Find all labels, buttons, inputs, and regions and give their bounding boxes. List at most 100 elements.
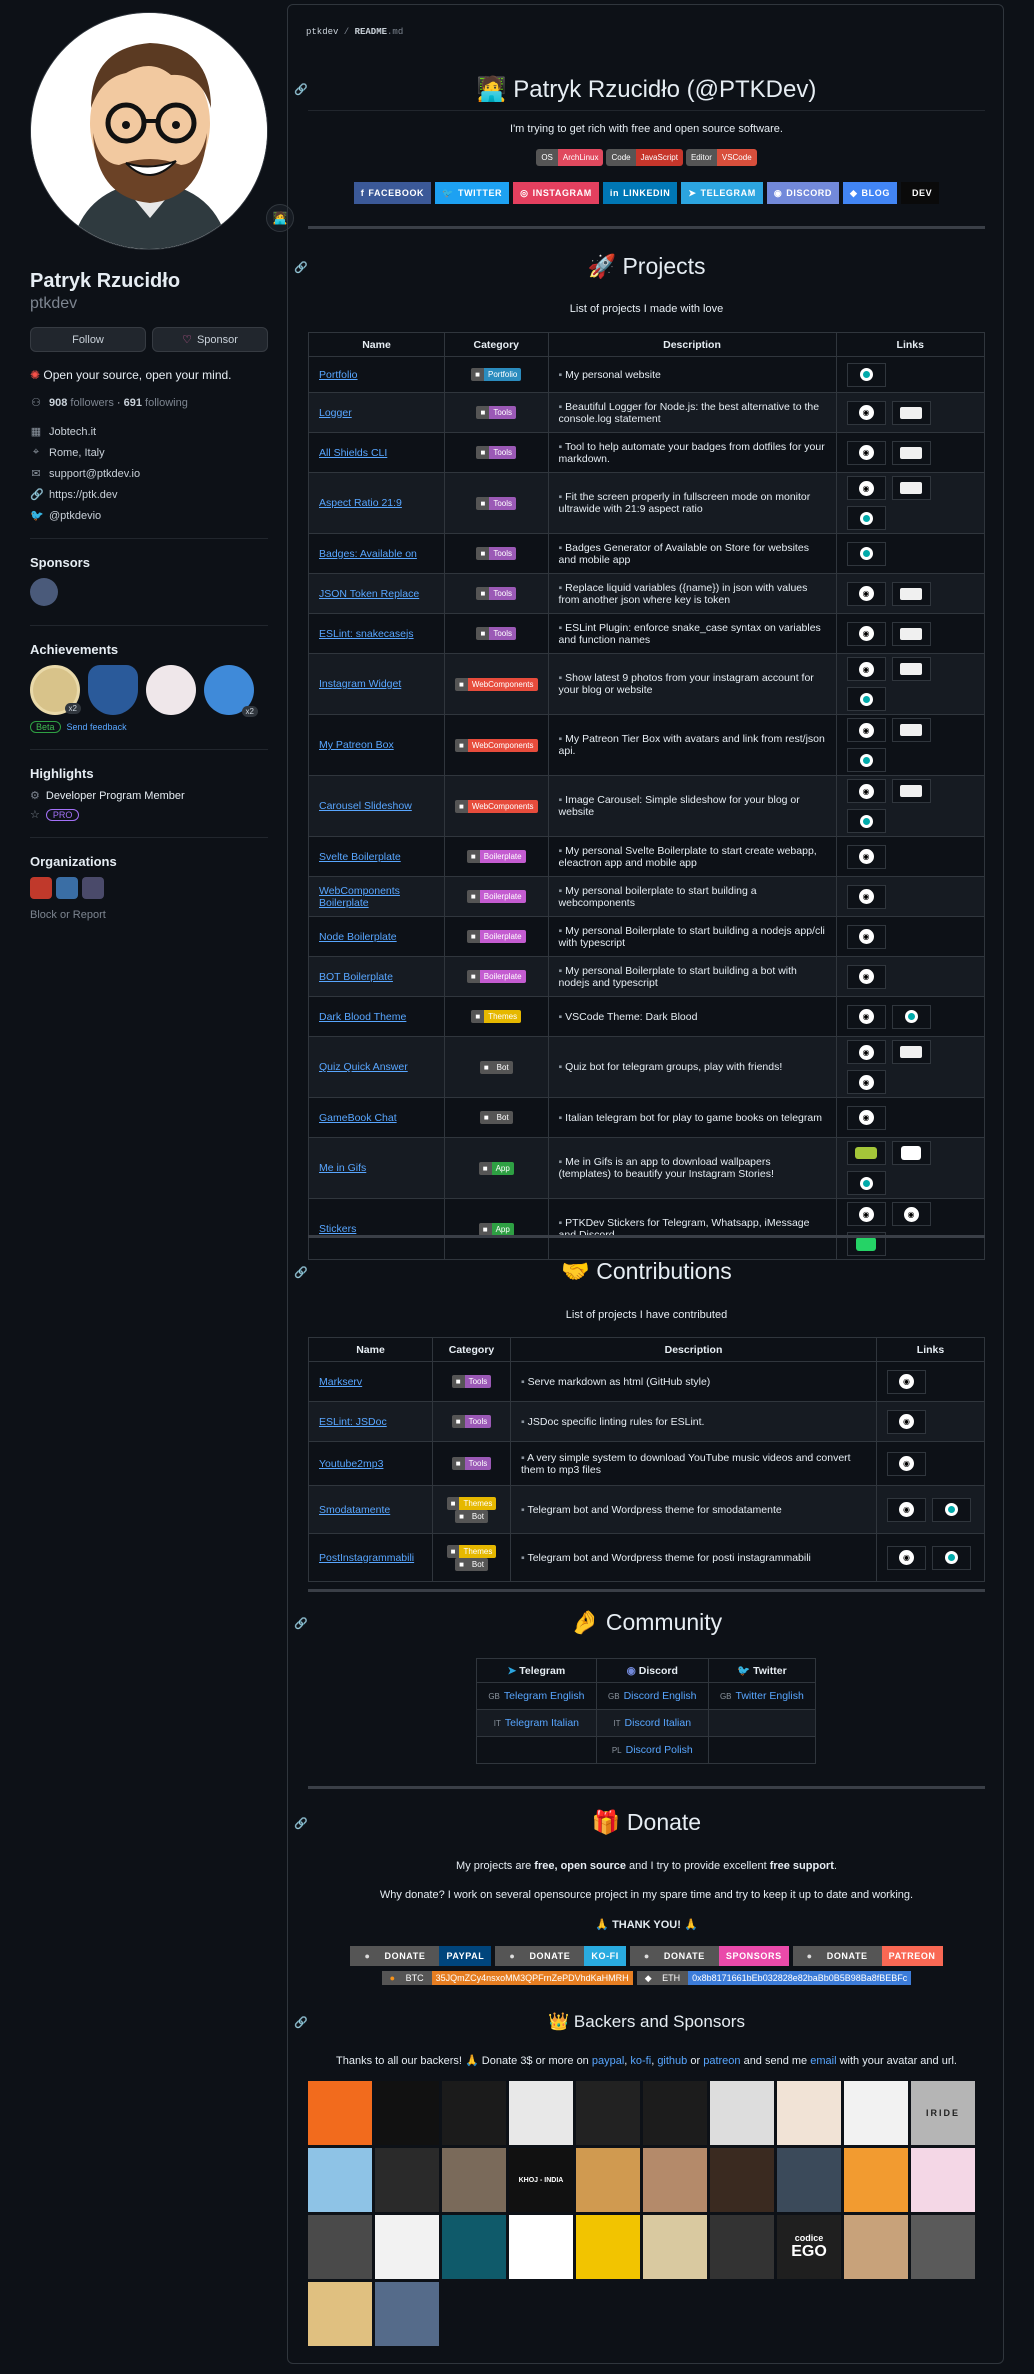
project-link[interactable]: WebComponents Boilerplate bbox=[319, 885, 400, 909]
community-link[interactable]: Telegram Italian bbox=[505, 1717, 579, 1729]
sponsor-avatar[interactable] bbox=[30, 578, 58, 606]
backer-avatar[interactable] bbox=[308, 2215, 372, 2279]
link-button[interactable] bbox=[891, 440, 931, 465]
project-link[interactable]: Me in Gifs bbox=[319, 1162, 366, 1174]
btc-badge[interactable]: ● BTC 35JQmZCy4nsxoMM3QPFrnZePDVhdKaHMRH bbox=[381, 1971, 633, 1985]
project-link[interactable]: BOT Boilerplate bbox=[319, 971, 393, 983]
link-button[interactable]: ◉ bbox=[846, 621, 886, 646]
link-button[interactable]: ◉ bbox=[846, 1202, 886, 1226]
twitter-link[interactable]: @ptkdevio bbox=[49, 510, 101, 522]
link-button[interactable]: ◉ bbox=[846, 718, 886, 742]
donate-badge-paypal[interactable]: ● DONATE PAYPAL bbox=[350, 1946, 492, 1966]
follow-button[interactable]: Follow bbox=[30, 327, 146, 352]
email-row[interactable]: ✉ support@ptkdev.io bbox=[30, 467, 268, 481]
community-link[interactable]: Twitter English bbox=[736, 1690, 804, 1702]
profile-avatar[interactable] bbox=[30, 12, 268, 250]
link-button[interactable] bbox=[846, 541, 886, 566]
social-badge-facebook[interactable]: f FACEBOOK bbox=[353, 182, 432, 204]
project-link[interactable]: My Patreon Box bbox=[319, 739, 394, 751]
backer-avatar[interactable] bbox=[643, 2081, 707, 2145]
donate-badge-ko-fi[interactable]: ● DONATE KO-FI bbox=[495, 1946, 626, 1966]
backer-avatar[interactable] bbox=[844, 2215, 908, 2279]
backer-avatar[interactable] bbox=[710, 2215, 774, 2279]
backer-avatar[interactable]: IRIDE bbox=[911, 2081, 975, 2145]
link-button[interactable] bbox=[846, 748, 886, 772]
email-link[interactable]: email bbox=[810, 2055, 836, 2067]
link-button[interactable] bbox=[846, 809, 886, 833]
anchor-link-icon[interactable]: 🔗 bbox=[294, 1817, 308, 1830]
social-badge-twitter[interactable]: 🐦 TWITTER bbox=[435, 182, 510, 204]
org-avatar[interactable] bbox=[82, 877, 104, 899]
link-button[interactable]: ◉ bbox=[887, 1451, 926, 1476]
project-link[interactable]: Dark Blood Theme bbox=[319, 1011, 406, 1023]
twitter-row[interactable]: 🐦 @ptkdevio bbox=[30, 509, 268, 523]
contribution-link[interactable]: ESLint: JSDoc bbox=[319, 1416, 387, 1428]
github-link[interactable]: github bbox=[657, 2055, 687, 2067]
link-button[interactable]: ◉ bbox=[846, 581, 886, 606]
send-feedback-link[interactable]: Send feedback bbox=[67, 722, 127, 732]
anchor-link-icon[interactable]: 🔗 bbox=[294, 1266, 308, 1279]
achievement-pull-shark[interactable]: x2 bbox=[204, 665, 258, 717]
backer-avatar[interactable] bbox=[911, 2148, 975, 2212]
eth-badge[interactable]: ◆ ETH 0x8b8171661bEb032828e82baBb0B5B98Ba… bbox=[636, 1971, 912, 1985]
community-link[interactable]: Telegram English bbox=[504, 1690, 585, 1702]
project-link[interactable]: Svelte Boilerplate bbox=[319, 851, 401, 863]
link-button[interactable] bbox=[891, 1004, 931, 1029]
backer-avatar[interactable] bbox=[643, 2148, 707, 2212]
project-link[interactable]: JSON Token Replace bbox=[319, 588, 419, 600]
link-button[interactable]: ◉ bbox=[846, 657, 886, 681]
backer-avatar[interactable] bbox=[911, 2215, 975, 2279]
link-button[interactable]: ◉ bbox=[887, 1409, 926, 1434]
contribution-link[interactable]: Markserv bbox=[319, 1376, 362, 1388]
link-button[interactable]: ◉ bbox=[846, 884, 886, 909]
paypal-link[interactable]: paypal bbox=[592, 2055, 624, 2067]
link-button[interactable]: ◉ bbox=[887, 1369, 926, 1394]
link-button[interactable] bbox=[846, 1171, 886, 1195]
link-button[interactable] bbox=[891, 779, 931, 803]
link-button[interactable]: ◉ bbox=[846, 476, 886, 500]
link-button[interactable] bbox=[891, 581, 931, 606]
social-badge-linkedin[interactable]: in LINKEDIN bbox=[602, 182, 678, 204]
anchor-link-icon[interactable]: 🔗 bbox=[294, 2016, 308, 2029]
achievement-heart[interactable] bbox=[146, 665, 196, 715]
kofi-link[interactable]: ko-fi bbox=[630, 2055, 651, 2067]
project-link[interactable]: Badges: Available on bbox=[319, 548, 417, 560]
link-button[interactable]: ◉ bbox=[887, 1545, 926, 1570]
link-button[interactable] bbox=[846, 1141, 886, 1165]
backer-avatar[interactable] bbox=[375, 2148, 439, 2212]
anchor-link-icon[interactable]: 🔗 bbox=[294, 83, 308, 96]
project-link[interactable]: Carousel Slideshow bbox=[319, 800, 412, 812]
backer-avatar[interactable]: codice EGO bbox=[777, 2215, 841, 2279]
donate-badge-sponsors[interactable]: ● DONATE SPONSORS bbox=[629, 1946, 789, 1966]
backer-avatar[interactable] bbox=[710, 2081, 774, 2145]
backer-avatar[interactable] bbox=[375, 2282, 439, 2346]
backer-avatar[interactable]: KHOJ - INDIA bbox=[509, 2148, 573, 2212]
backer-avatar[interactable] bbox=[509, 2215, 573, 2279]
backer-avatar[interactable] bbox=[509, 2081, 573, 2145]
link-button[interactable]: ◉ bbox=[846, 1040, 886, 1064]
link-button[interactable] bbox=[846, 362, 886, 387]
link-button[interactable]: ◉ bbox=[846, 1105, 886, 1130]
link-button[interactable] bbox=[891, 400, 931, 425]
link-button[interactable]: ◉ bbox=[846, 440, 886, 465]
link-button[interactable] bbox=[846, 506, 886, 530]
backer-avatar[interactable] bbox=[844, 2081, 908, 2145]
backer-avatar[interactable] bbox=[643, 2215, 707, 2279]
project-link[interactable]: Quiz Quick Answer bbox=[319, 1061, 408, 1073]
achievement-yolo[interactable]: x2 bbox=[30, 665, 81, 715]
project-link[interactable]: Logger bbox=[319, 407, 352, 419]
link-button[interactable] bbox=[891, 1040, 931, 1064]
anchor-link-icon[interactable]: 🔗 bbox=[294, 1617, 308, 1630]
sponsor-button[interactable]: ♡ Sponsor bbox=[152, 327, 268, 352]
org-avatar[interactable] bbox=[30, 877, 52, 899]
project-link[interactable]: All Shields CLI bbox=[319, 447, 387, 459]
breadcrumb-user[interactable]: ptkdev bbox=[306, 27, 338, 37]
social-badge-instagram[interactable]: ◎ INSTAGRAM bbox=[513, 182, 599, 204]
link-button[interactable]: ◉ bbox=[846, 844, 886, 869]
link-button[interactable]: ◉ bbox=[846, 400, 886, 425]
project-link[interactable]: Instagram Widget bbox=[319, 678, 401, 690]
backer-avatar[interactable] bbox=[375, 2215, 439, 2279]
community-link[interactable]: Discord Italian bbox=[625, 1717, 692, 1729]
backer-avatar[interactable] bbox=[844, 2148, 908, 2212]
social-badge-telegram[interactable]: ➤ TELEGRAM bbox=[681, 182, 763, 204]
